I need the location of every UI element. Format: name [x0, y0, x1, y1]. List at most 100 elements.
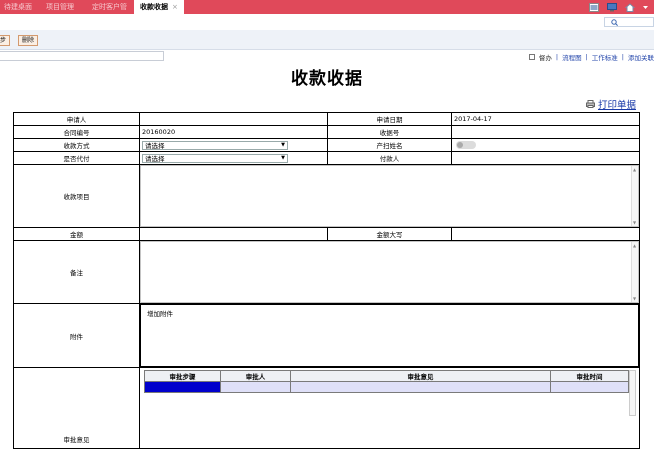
- items-textarea[interactable]: ▲ ▼: [140, 165, 639, 227]
- page-title: 收款收据: [291, 69, 363, 89]
- payer-label: 付款人: [327, 151, 452, 165]
- receipt-no-label: 收据号: [327, 125, 452, 139]
- top-icons: [589, 0, 648, 14]
- pay-method-label: 收款方式: [13, 138, 140, 152]
- table-row: 金额 金额大写: [13, 227, 640, 241]
- info-strip: [0, 51, 164, 61]
- items-cell: ▲ ▼: [139, 164, 640, 228]
- table-row: 附件 增加附件: [13, 303, 640, 368]
- sweeper-toggle[interactable]: [456, 141, 476, 149]
- approval-panel: 审批步骤 审批人 审批意见 审批时间: [140, 368, 639, 448]
- attach-cell: 增加附件: [139, 303, 640, 368]
- close-icon[interactable]: ×: [172, 3, 178, 11]
- chevron-down-icon: ▼: [281, 155, 285, 161]
- flowchart-link[interactable]: 流程图: [562, 52, 582, 62]
- sweeper-cell: [451, 138, 640, 152]
- approval-cell: 审批步骤 审批人 审批意见 审批时间: [139, 367, 640, 449]
- table-row: 备注 ▲ ▼: [13, 240, 640, 304]
- approval-label: 审批意见: [13, 367, 140, 449]
- applicant-label: 申请人: [13, 112, 140, 126]
- chevron-down-icon: ▼: [281, 142, 285, 148]
- grid-cell[interactable]: [290, 381, 551, 393]
- monitor-icon[interactable]: [607, 2, 617, 12]
- remark-textarea[interactable]: ▲ ▼: [140, 241, 639, 303]
- home-icon[interactable]: [625, 2, 635, 12]
- proxy-cell: 请选择 ▼: [139, 151, 328, 165]
- work-standard-link[interactable]: 工作标准: [592, 52, 618, 62]
- grid-cell[interactable]: [144, 381, 221, 393]
- remark-cell: ▲ ▼: [139, 240, 640, 304]
- amount-caps-label: 金额大写: [327, 227, 452, 241]
- scrollbar[interactable]: ▲ ▼: [631, 166, 638, 226]
- add-relation-link[interactable]: 添加关联: [628, 52, 654, 62]
- grid-cell[interactable]: [550, 381, 629, 393]
- chevron-down-icon[interactable]: [643, 5, 648, 10]
- proxy-select[interactable]: 请选择 ▼: [142, 153, 288, 163]
- add-attachment-link[interactable]: 增加附件: [147, 310, 173, 318]
- contract-label: 合同编号: [13, 125, 140, 139]
- step-button[interactable]: 步: [0, 35, 11, 46]
- table-row[interactable]: [144, 381, 629, 393]
- receipt-no-field[interactable]: [451, 125, 640, 139]
- action-links: 督办 | 流程图 | 工作标准 | 添加关联: [528, 52, 654, 62]
- proxy-value: 请选择: [145, 155, 165, 163]
- toolbar: 步 删除: [0, 30, 654, 50]
- applicant-field[interactable]: [139, 112, 328, 126]
- sweeper-label: 产扫姓名: [327, 138, 452, 152]
- tab-customer[interactable]: 定时客户管: [92, 0, 127, 14]
- grid-header: 审批步骤 审批人 审批意见 审批时间: [144, 370, 629, 382]
- amount-field[interactable]: [139, 227, 328, 241]
- window-icon[interactable]: [589, 2, 599, 12]
- amount-caps-field[interactable]: [451, 227, 640, 241]
- tab-receipt[interactable]: 收款收据 ×: [134, 0, 184, 14]
- col-opinion: 审批意见: [290, 370, 551, 382]
- scroll-up-icon[interactable]: ▲: [633, 243, 636, 248]
- scrollbar[interactable]: ▲ ▼: [631, 242, 638, 302]
- scroll-up-icon[interactable]: ▲: [633, 167, 636, 172]
- attach-label: 附件: [13, 303, 140, 368]
- pay-method-value: 请选择: [145, 142, 165, 150]
- scrollbar[interactable]: [629, 370, 636, 416]
- tab-project[interactable]: 项目管理: [46, 0, 74, 14]
- table-row: 合同编号 20160020 收据号: [13, 125, 640, 139]
- separator: |: [621, 53, 624, 61]
- separator: |: [585, 53, 588, 61]
- separator: |: [555, 53, 559, 61]
- apply-date-field[interactable]: 2017-04-17: [451, 112, 640, 126]
- supervise-label: 督办: [538, 54, 552, 62]
- contract-field[interactable]: 20160020: [139, 125, 328, 139]
- tab-bar: 待建桌面 项目管理 定时客户管 收款收据 ×: [0, 0, 654, 14]
- table-row: 收款项目 ▲ ▼: [13, 164, 640, 228]
- apply-date-label: 申请日期: [327, 112, 452, 126]
- tab-receipt-label: 收款收据: [140, 3, 168, 11]
- delete-button[interactable]: 删除: [18, 35, 39, 46]
- table-row: 是否代付 请选择 ▼ 付款人: [13, 151, 640, 165]
- remark-label: 备注: [13, 240, 140, 304]
- amount-label: 金额: [13, 227, 140, 241]
- pay-method-select[interactable]: 请选择 ▼: [142, 140, 288, 150]
- scroll-down-icon[interactable]: ▼: [633, 220, 636, 225]
- scroll-down-icon[interactable]: ▼: [633, 296, 636, 301]
- col-time: 审批时间: [550, 370, 629, 382]
- tab-desktop[interactable]: 待建桌面: [4, 0, 32, 14]
- search-input[interactable]: [604, 17, 654, 27]
- pay-method-cell: 请选择 ▼: [139, 138, 328, 152]
- printer-icon: [585, 100, 595, 108]
- approval-grid: 审批步骤 审批人 审批意见 审批时间: [144, 370, 629, 393]
- receipt-form: 申请人 申请日期 2017-04-17 合同编号 20160020 收据号 收款…: [13, 112, 640, 449]
- payer-field[interactable]: [451, 151, 640, 165]
- table-row: 申请人 申请日期 2017-04-17: [13, 112, 640, 126]
- col-approver: 审批人: [220, 370, 291, 382]
- search-icon[interactable]: [611, 19, 618, 26]
- table-row: 审批意见 审批步骤 审批人 审批意见 审批时间: [13, 367, 640, 449]
- print-link[interactable]: 打印单据: [585, 97, 636, 111]
- grid-cell[interactable]: [220, 381, 291, 393]
- search-row: [0, 14, 654, 30]
- col-step: 审批步骤: [144, 370, 221, 382]
- attach-box: 增加附件: [140, 304, 639, 367]
- items-label: 收款项目: [13, 164, 140, 228]
- table-row: 收款方式 请选择 ▼ 产扫姓名: [13, 138, 640, 152]
- supervise-checkbox[interactable]: [528, 54, 535, 60]
- proxy-label: 是否代付: [13, 151, 140, 165]
- print-link-label: 打印单据: [597, 100, 636, 111]
